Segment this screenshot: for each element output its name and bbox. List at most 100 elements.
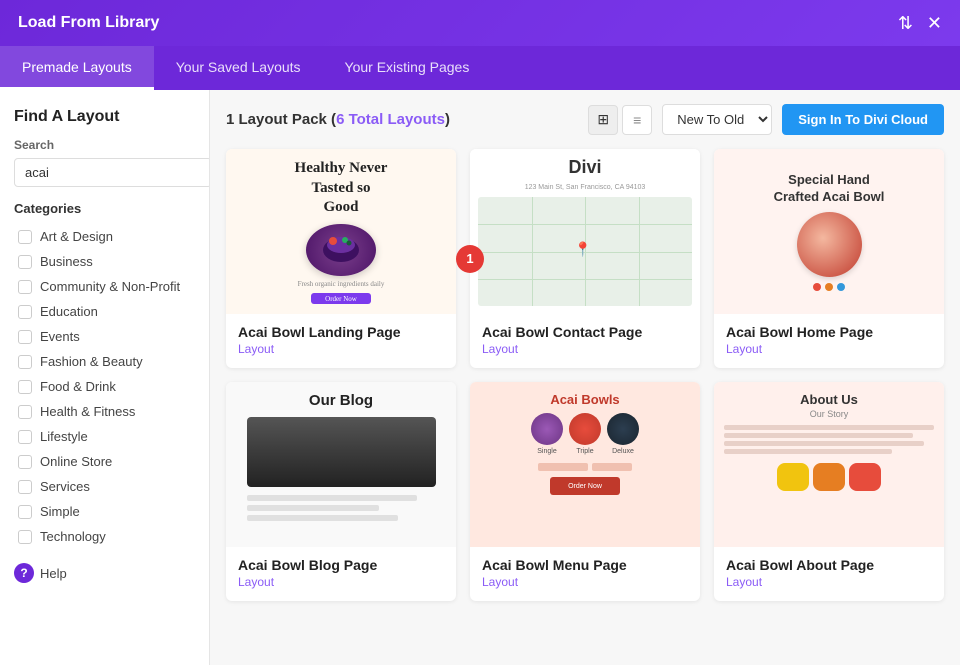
category-item[interactable]: Health & Fitness <box>14 399 195 424</box>
card-title-home: Acai Bowl Home Page <box>726 324 932 340</box>
category-label-business: Business <box>40 254 93 269</box>
category-label-art: Art & Design <box>40 229 113 244</box>
card-title-menu: Acai Bowl Menu Page <box>482 557 688 573</box>
layout-pack-info: 1 Layout Pack (6 Total Layouts) <box>226 111 450 128</box>
view-icons: ⊞ ≡ <box>588 105 652 135</box>
card-thumbnail-home: Special HandCrafted Acai Bowl <box>714 149 944 314</box>
category-label-technology: Technology <box>40 529 106 544</box>
category-label-fashion: Fashion & Beauty <box>40 354 143 369</box>
card-thumbnail-blog: Our Blog <box>226 382 456 547</box>
category-label-events: Events <box>40 329 80 344</box>
category-checkbox-health[interactable] <box>18 405 32 419</box>
sort-select[interactable]: New To Old Old To New A-Z Z-A <box>662 104 772 135</box>
category-checkbox-events[interactable] <box>18 330 32 344</box>
card-thumbnail-landing: Healthy NeverTasted soGood Fresh organic… <box>226 149 456 314</box>
category-checkbox-lifestyle[interactable] <box>18 430 32 444</box>
total-layouts: 6 Total Layouts <box>336 111 445 128</box>
category-item[interactable]: Art & Design <box>14 224 195 249</box>
card-title-about: Acai Bowl About Page <box>726 557 932 573</box>
help-icon: ? <box>14 563 34 583</box>
card-title-landing: Acai Bowl Landing Page <box>238 324 444 340</box>
category-checkbox-simple[interactable] <box>18 505 32 519</box>
category-checkbox-art[interactable] <box>18 230 32 244</box>
category-item[interactable]: Simple <box>14 499 195 524</box>
grid-view-button[interactable]: ⊞ <box>588 105 618 135</box>
category-label-education: Education <box>40 304 98 319</box>
sidebar-title: Find A Layout <box>14 108 195 126</box>
content-header-right: ⊞ ≡ New To Old Old To New A-Z Z-A Sign I… <box>588 104 944 135</box>
card-info-home: Acai Bowl Home Page Layout <box>714 314 944 368</box>
layout-card-blog[interactable]: Our Blog Acai Bowl Blog Page Layout <box>226 382 456 601</box>
tab-existing[interactable]: Your Existing Pages <box>323 46 492 90</box>
sort-icon[interactable]: ⇅ <box>898 13 913 34</box>
help-label: Help <box>40 566 67 581</box>
tab-premade[interactable]: Premade Layouts <box>0 46 154 90</box>
card-type-home: Layout <box>726 342 932 356</box>
card-info-menu: Acai Bowl Menu Page Layout <box>470 547 700 601</box>
category-label-health: Health & Fitness <box>40 404 135 419</box>
layout-card-about[interactable]: About Us Our Story Acai Bow <box>714 382 944 601</box>
pack-count: 1 Layout Pack <box>226 111 327 128</box>
category-label-lifestyle: Lifestyle <box>40 429 88 444</box>
layout-card-home[interactable]: Special HandCrafted Acai Bowl Acai Bowl … <box>714 149 944 368</box>
card-info-about: Acai Bowl About Page Layout <box>714 547 944 601</box>
layout-card-menu[interactable]: Acai Bowls Single Triple Deluxe <box>470 382 700 601</box>
category-item[interactable]: Food & Drink <box>14 374 195 399</box>
layout-card-landing[interactable]: Healthy NeverTasted soGood Fresh organic… <box>226 149 456 368</box>
category-checkbox-fashion[interactable] <box>18 355 32 369</box>
card-thumbnail-about: About Us Our Story <box>714 382 944 547</box>
category-item[interactable]: Technology <box>14 524 195 549</box>
category-item[interactable]: Online Store <box>14 449 195 474</box>
card-thumbnail-contact: Divi 123 Main St, San Francisco, CA 9410… <box>470 149 700 314</box>
search-label: Search <box>14 138 195 152</box>
category-item[interactable]: Events <box>14 324 195 349</box>
signin-button[interactable]: Sign In To Divi Cloud <box>782 104 944 135</box>
card-type-contact: Layout <box>482 342 688 356</box>
layout-card-contact[interactable]: Divi 123 Main St, San Francisco, CA 9410… <box>470 149 700 368</box>
category-label-online: Online Store <box>40 454 112 469</box>
category-item[interactable]: Lifestyle <box>14 424 195 449</box>
list-view-button[interactable]: ≡ <box>622 105 652 135</box>
tab-saved[interactable]: Your Saved Layouts <box>154 46 323 90</box>
close-icon[interactable]: ✕ <box>927 13 942 34</box>
category-checkbox-online[interactable] <box>18 455 32 469</box>
category-checkbox-services[interactable] <box>18 480 32 494</box>
card-wrapper-contact: 1 Divi 123 Main St, San Francisco, CA 94… <box>470 149 700 368</box>
card-thumbnail-menu: Acai Bowls Single Triple Deluxe <box>470 382 700 547</box>
card-info-blog: Acai Bowl Blog Page Layout <box>226 547 456 601</box>
card-info-contact: Acai Bowl Contact Page Layout <box>470 314 700 368</box>
modal-title: Load From Library <box>18 14 159 32</box>
category-checkbox-technology[interactable] <box>18 530 32 544</box>
category-checkbox-food[interactable] <box>18 380 32 394</box>
category-label-services: Services <box>40 479 90 494</box>
content-header: 1 Layout Pack (6 Total Layouts) ⊞ ≡ New … <box>226 104 944 135</box>
category-checkbox-community[interactable] <box>18 280 32 294</box>
card-title-contact: Acai Bowl Contact Page <box>482 324 688 340</box>
category-checkbox-education[interactable] <box>18 305 32 319</box>
sidebar: Find A Layout Search + Filter Categories… <box>0 90 210 665</box>
content-area: 1 Layout Pack (6 Total Layouts) ⊞ ≡ New … <box>210 90 960 665</box>
card-info-landing: Acai Bowl Landing Page Layout <box>226 314 456 368</box>
modal-header: Load From Library ⇅ ✕ <box>0 0 960 46</box>
contact-badge: 1 <box>456 245 484 273</box>
category-item[interactable]: Fashion & Beauty <box>14 349 195 374</box>
category-checkbox-business[interactable] <box>18 255 32 269</box>
category-item[interactable]: Business <box>14 249 195 274</box>
category-item[interactable]: Community & Non-Profit <box>14 274 195 299</box>
card-type-about: Layout <box>726 575 932 589</box>
header-actions: ⇅ ✕ <box>898 13 942 34</box>
search-input[interactable] <box>14 158 210 187</box>
categories-title: Categories <box>14 201 195 216</box>
map-pin: 📍 <box>574 241 591 258</box>
help-row[interactable]: ? Help <box>14 563 195 583</box>
category-label-community: Community & Non-Profit <box>40 279 180 294</box>
nav-tabs: Premade Layouts Your Saved Layouts Your … <box>0 46 960 90</box>
category-label-simple: Simple <box>40 504 80 519</box>
layout-grid: Healthy NeverTasted soGood Fresh organic… <box>226 149 944 601</box>
card-title-blog: Acai Bowl Blog Page <box>238 557 444 573</box>
category-item[interactable]: Education <box>14 299 195 324</box>
card-type-landing: Layout <box>238 342 444 356</box>
search-row: + Filter <box>14 158 195 187</box>
category-item[interactable]: Services <box>14 474 195 499</box>
category-label-food: Food & Drink <box>40 379 116 394</box>
